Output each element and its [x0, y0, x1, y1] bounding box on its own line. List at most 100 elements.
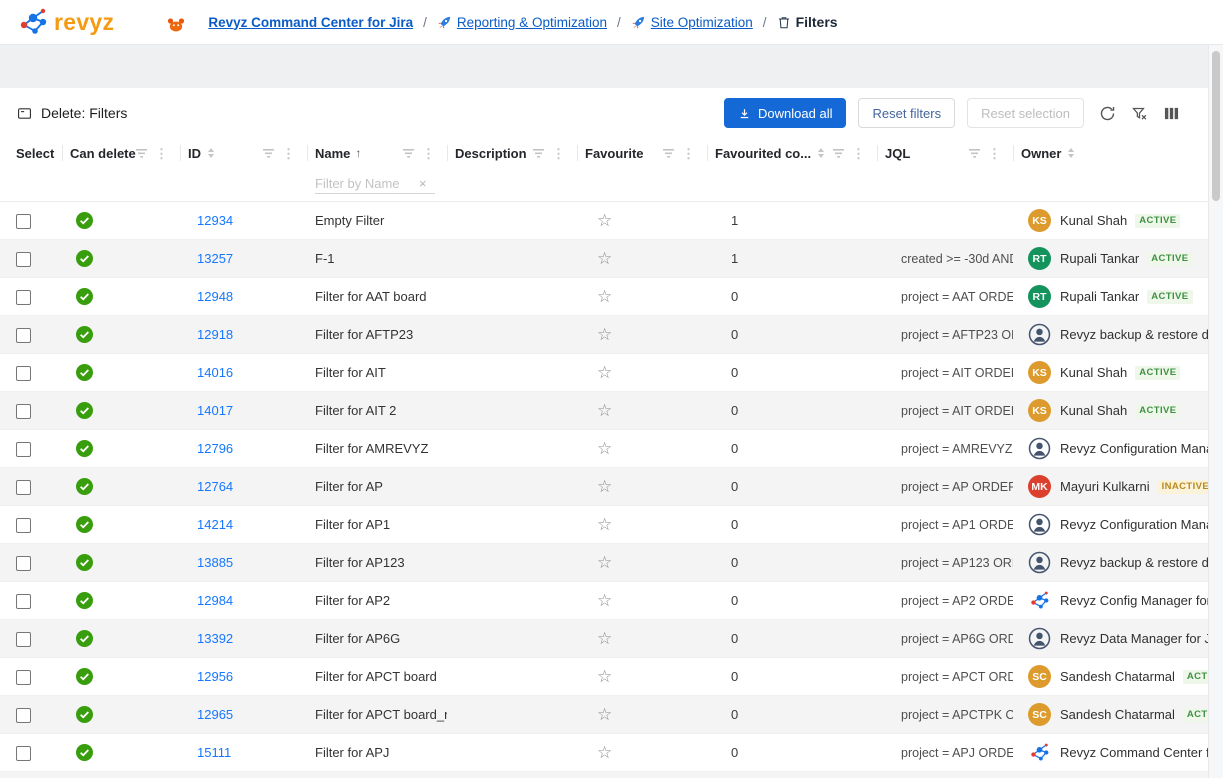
filter-id-link[interactable]: 14017 [197, 403, 233, 418]
sort-icon[interactable] [208, 148, 214, 158]
favourite-star-icon[interactable]: ☆ [597, 706, 612, 723]
row-checkbox[interactable] [16, 708, 31, 723]
reset-filters-button[interactable]: Reset filters [858, 98, 955, 128]
favourite-star-icon[interactable]: ☆ [597, 744, 612, 761]
table-row[interactable]: 12948 Filter for AAT board ☆ 0 project =… [0, 278, 1208, 316]
filter-icon[interactable] [663, 149, 674, 158]
column-header-favourited-count[interactable]: Favourited co... ⋮ [707, 138, 877, 168]
reset-selection-button[interactable]: Reset selection [967, 98, 1084, 128]
filter-id-link[interactable]: 12796 [197, 441, 233, 456]
filter-id-link[interactable]: 12934 [197, 213, 233, 228]
table-row[interactable]: 14016 Filter for AIT ☆ 0 project = AIT O… [0, 354, 1208, 392]
row-checkbox[interactable] [16, 328, 31, 343]
row-checkbox[interactable] [16, 404, 31, 419]
table-row[interactable]: 13392 Filter for AP6G ☆ 0 project = AP6G… [0, 620, 1208, 658]
table-row[interactable]: 12918 Filter for AFTP23 ☆ 0 project = AF… [0, 316, 1208, 354]
row-checkbox[interactable] [16, 594, 31, 609]
favourite-star-icon[interactable]: ☆ [597, 402, 612, 419]
filter-id-link[interactable]: 12918 [197, 327, 233, 342]
column-menu-icon[interactable]: ⋮ [682, 147, 695, 160]
row-checkbox[interactable] [16, 632, 31, 647]
row-checkbox[interactable] [16, 252, 31, 267]
breadcrumb-link-command-center[interactable]: Revyz Command Center for Jira [208, 15, 413, 30]
row-checkbox[interactable] [16, 366, 31, 381]
favourite-star-icon[interactable]: ☆ [597, 516, 612, 533]
row-checkbox[interactable] [16, 670, 31, 685]
favourite-star-icon[interactable]: ☆ [597, 212, 612, 229]
row-checkbox[interactable] [16, 480, 31, 495]
filter-icon[interactable] [969, 149, 980, 158]
table-row[interactable]: 12984 Filter for AP2 ☆ 0 project = AP2 O… [0, 582, 1208, 620]
breadcrumb-link-site-optimization[interactable]: Site Optimization [651, 15, 753, 30]
favourite-star-icon[interactable]: ☆ [597, 250, 612, 267]
table-row[interactable]: 12956 Filter for APCT board ☆ 0 project … [0, 658, 1208, 696]
filter-id-link[interactable]: 14016 [197, 365, 233, 380]
column-header-jql[interactable]: JQL ⋮ [877, 138, 1013, 168]
filter-id-link[interactable]: 14214 [197, 517, 233, 532]
table-row[interactable]: 12796 Filter for AMREVYZ ☆ 0 project = A… [0, 430, 1208, 468]
filter-icon[interactable] [533, 149, 544, 158]
column-header-id[interactable]: ID ⋮ [180, 138, 307, 168]
column-header-owner[interactable]: Owner [1013, 138, 1208, 168]
filter-id-link[interactable]: 12984 [197, 593, 233, 608]
row-checkbox[interactable] [16, 556, 31, 571]
row-checkbox[interactable] [16, 290, 31, 305]
sort-icon[interactable] [818, 148, 824, 158]
table-row[interactable]: 15111 Filter for APJ ☆ 0 project = APJ O… [0, 734, 1208, 772]
table-row[interactable]: 12934 Empty Filter ☆ 1 KS Kunal Shah ACT… [0, 202, 1208, 240]
favourite-star-icon[interactable]: ☆ [597, 478, 612, 495]
column-menu-icon[interactable]: ⋮ [552, 147, 565, 160]
sort-icon[interactable] [1068, 148, 1074, 158]
favourite-star-icon[interactable]: ☆ [597, 440, 612, 457]
column-header-description[interactable]: Description ⋮ [447, 138, 577, 168]
favourite-star-icon[interactable]: ☆ [597, 630, 612, 647]
row-checkbox[interactable] [16, 746, 31, 761]
sort-ascending-icon[interactable]: ↑ [355, 146, 361, 160]
filter-id-link[interactable]: 13885 [197, 555, 233, 570]
table-row[interactable]: 13257 F-1 ☆ 1 created >= -30d AND RT Rup… [0, 240, 1208, 278]
owner-cell: SC Sandesh Chatarmal ACTIVE [1013, 665, 1208, 688]
filter-id-link[interactable]: 13392 [197, 631, 233, 646]
column-menu-icon[interactable]: ⋮ [988, 147, 1001, 160]
clear-name-filter-icon[interactable]: × [419, 176, 427, 191]
filter-id-link[interactable]: 13257 [197, 251, 233, 266]
favourite-star-icon[interactable]: ☆ [597, 554, 612, 571]
table-row[interactable]: 13885 Filter for AP123 ☆ 0 project = AP1… [0, 544, 1208, 582]
column-menu-icon[interactable]: ⋮ [155, 147, 168, 160]
reload-icon[interactable] [1096, 102, 1118, 124]
favourite-star-icon[interactable]: ☆ [597, 288, 612, 305]
table-row[interactable]: 14214 Filter for AP1 ☆ 0 project = AP1 O… [0, 506, 1208, 544]
column-menu-icon[interactable]: ⋮ [422, 147, 435, 160]
row-checkbox[interactable] [16, 442, 31, 457]
filter-id-link[interactable]: 12956 [197, 669, 233, 684]
clear-filters-icon[interactable] [1128, 102, 1150, 124]
filter-icon[interactable] [403, 149, 414, 158]
table-row[interactable]: 12965 Filter for APCT board_revy: ☆ 0 pr… [0, 696, 1208, 734]
scrollbar-thumb[interactable] [1212, 51, 1220, 201]
filter-id-link[interactable]: 15111 [197, 745, 231, 760]
column-settings-icon[interactable] [1160, 102, 1182, 124]
column-menu-icon[interactable]: ⋮ [282, 147, 295, 160]
column-header-favourite[interactable]: Favourite ⋮ [577, 138, 707, 168]
name-filter-input[interactable] [315, 176, 415, 191]
filter-icon[interactable] [263, 149, 274, 158]
filter-id-link[interactable]: 12948 [197, 289, 233, 304]
column-menu-icon[interactable]: ⋮ [852, 147, 865, 160]
favourite-star-icon[interactable]: ☆ [597, 592, 612, 609]
favourite-star-icon[interactable]: ☆ [597, 326, 612, 343]
vertical-scrollbar[interactable] [1208, 45, 1223, 778]
row-checkbox[interactable] [16, 214, 31, 229]
table-row[interactable]: 12764 Filter for AP ☆ 0 project = AP ORD… [0, 468, 1208, 506]
filter-icon[interactable] [136, 149, 147, 158]
column-header-name[interactable]: Name ↑ ⋮ [307, 138, 447, 168]
row-checkbox[interactable] [16, 518, 31, 533]
filter-id-link[interactable]: 12764 [197, 479, 233, 494]
column-header-can-delete[interactable]: Can delete ⋮ [62, 138, 180, 168]
table-row[interactable]: 14017 Filter for AIT 2 ☆ 0 project = AIT… [0, 392, 1208, 430]
breadcrumb-link-reporting-optimization[interactable]: Reporting & Optimization [457, 15, 607, 30]
filter-icon[interactable] [833, 149, 844, 158]
download-all-button[interactable]: Download all [724, 98, 846, 128]
favourite-star-icon[interactable]: ☆ [597, 364, 612, 381]
favourite-star-icon[interactable]: ☆ [597, 668, 612, 685]
filter-id-link[interactable]: 12965 [197, 707, 233, 722]
